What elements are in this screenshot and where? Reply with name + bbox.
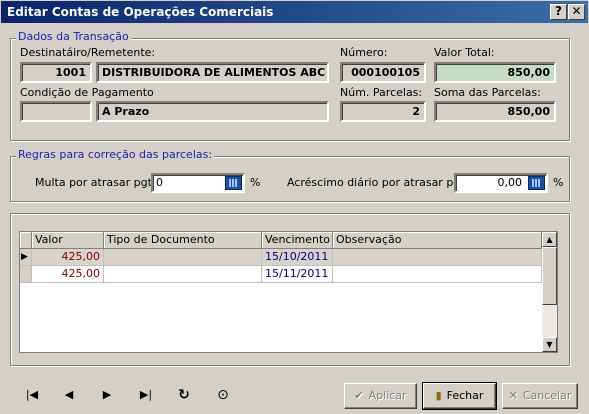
row-indicator-icon: ▶ [20,249,32,266]
cancel-label: Cancelar [522,389,572,402]
calculator-icon[interactable] [528,176,545,190]
door-icon: ▮ [435,389,442,402]
close-window-button[interactable]: ✕ [568,4,585,20]
transaction-legend: Dados da Transação [16,30,131,43]
sum-field: 850,00 [434,101,556,122]
check-icon: ✔ [354,389,364,402]
apply-label: Aplicar [368,389,407,402]
number-label: Número: [340,46,388,59]
column-header-vencimento[interactable]: Vencimento [262,232,333,249]
first-record-icon[interactable]: |◀ [20,385,44,405]
installments-label: Núm. Parcelas: [340,86,423,99]
cancel-edit-icon[interactable]: ⊙ [211,385,235,405]
scroll-down-icon[interactable]: ▼ [542,337,557,352]
late-fee-label: Multa por atrasar pgto: [35,176,163,189]
payment-name-field: A Prazo [96,101,329,122]
total-field: 850,00 [434,62,556,83]
dest-label: Destinatáiro/Remetente: [20,46,156,59]
table-cell-observacao[interactable] [333,266,542,283]
scroll-up-icon[interactable]: ▲ [542,232,557,247]
installments-field: 2 [340,101,426,122]
close-button[interactable]: ▮ Fechar [422,382,497,410]
scroll-thumb[interactable] [542,247,557,305]
row-indicator-header [20,232,32,249]
table-cell-valor[interactable]: 425,00 [32,266,104,283]
next-record-icon[interactable]: ▶ [95,385,119,405]
payment-code-field [20,101,92,122]
column-header-observacao[interactable]: Observação [333,232,542,249]
apply-button[interactable]: ✔ Aplicar [344,383,417,409]
payment-label: Condição de Pagamento [20,86,154,99]
help-button[interactable]: ? [550,4,567,20]
dest-code-field: 1001 [20,62,92,83]
dest-name-field: DISTRIBUIDORA DE ALIMENTOS ABC LTD. [96,62,329,83]
vertical-scrollbar[interactable]: ▲ ▼ [542,232,557,352]
window-title: Editar Contas de Operações Comerciais [7,5,274,19]
number-field: 000100105 [340,62,426,83]
rules-legend: Regras para correção das parcelas: [16,148,215,161]
column-header-valor[interactable]: Valor [32,232,104,249]
daily-value: 0,00 [497,176,523,189]
late-fee-input[interactable]: 0 [151,173,245,193]
close-label: Fechar [446,389,484,402]
last-record-icon[interactable]: ▶| [134,385,158,405]
daily-unit: % [553,176,564,189]
x-icon: ✕ [508,389,518,402]
table-cell-observacao[interactable] [333,249,542,266]
total-label: Valor Total: [434,46,495,59]
title-bar: Editar Contas de Operações Comerciais ? … [0,0,589,24]
daily-input[interactable]: 0,00 [454,173,548,193]
table-cell-vencimento[interactable]: 15/11/2011 [262,266,333,283]
late-fee-value: 0 [156,176,163,189]
sum-label: Soma das Parcelas: [434,86,541,99]
table-cell-tipo[interactable] [104,266,262,283]
row-indicator-cell [20,266,32,283]
refresh-icon[interactable]: ↻ [172,385,196,405]
cancel-button[interactable]: ✕ Cancelar [502,383,578,409]
table-cell-vencimento[interactable]: 15/10/2011 [262,249,333,266]
late-fee-unit: % [250,176,261,189]
table-cell-valor[interactable]: 425,00 [32,249,104,266]
calculator-icon[interactable] [225,176,242,190]
table-cell-tipo[interactable] [104,249,262,266]
column-header-tipo[interactable]: Tipo de Documento [104,232,262,249]
prev-record-icon[interactable]: ◀ [57,385,81,405]
daily-label: Acréscimo diário por atrasar pgto: [287,176,476,189]
installments-grid[interactable]: Valor Tipo de Documento Vencimento Obser… [19,231,558,353]
